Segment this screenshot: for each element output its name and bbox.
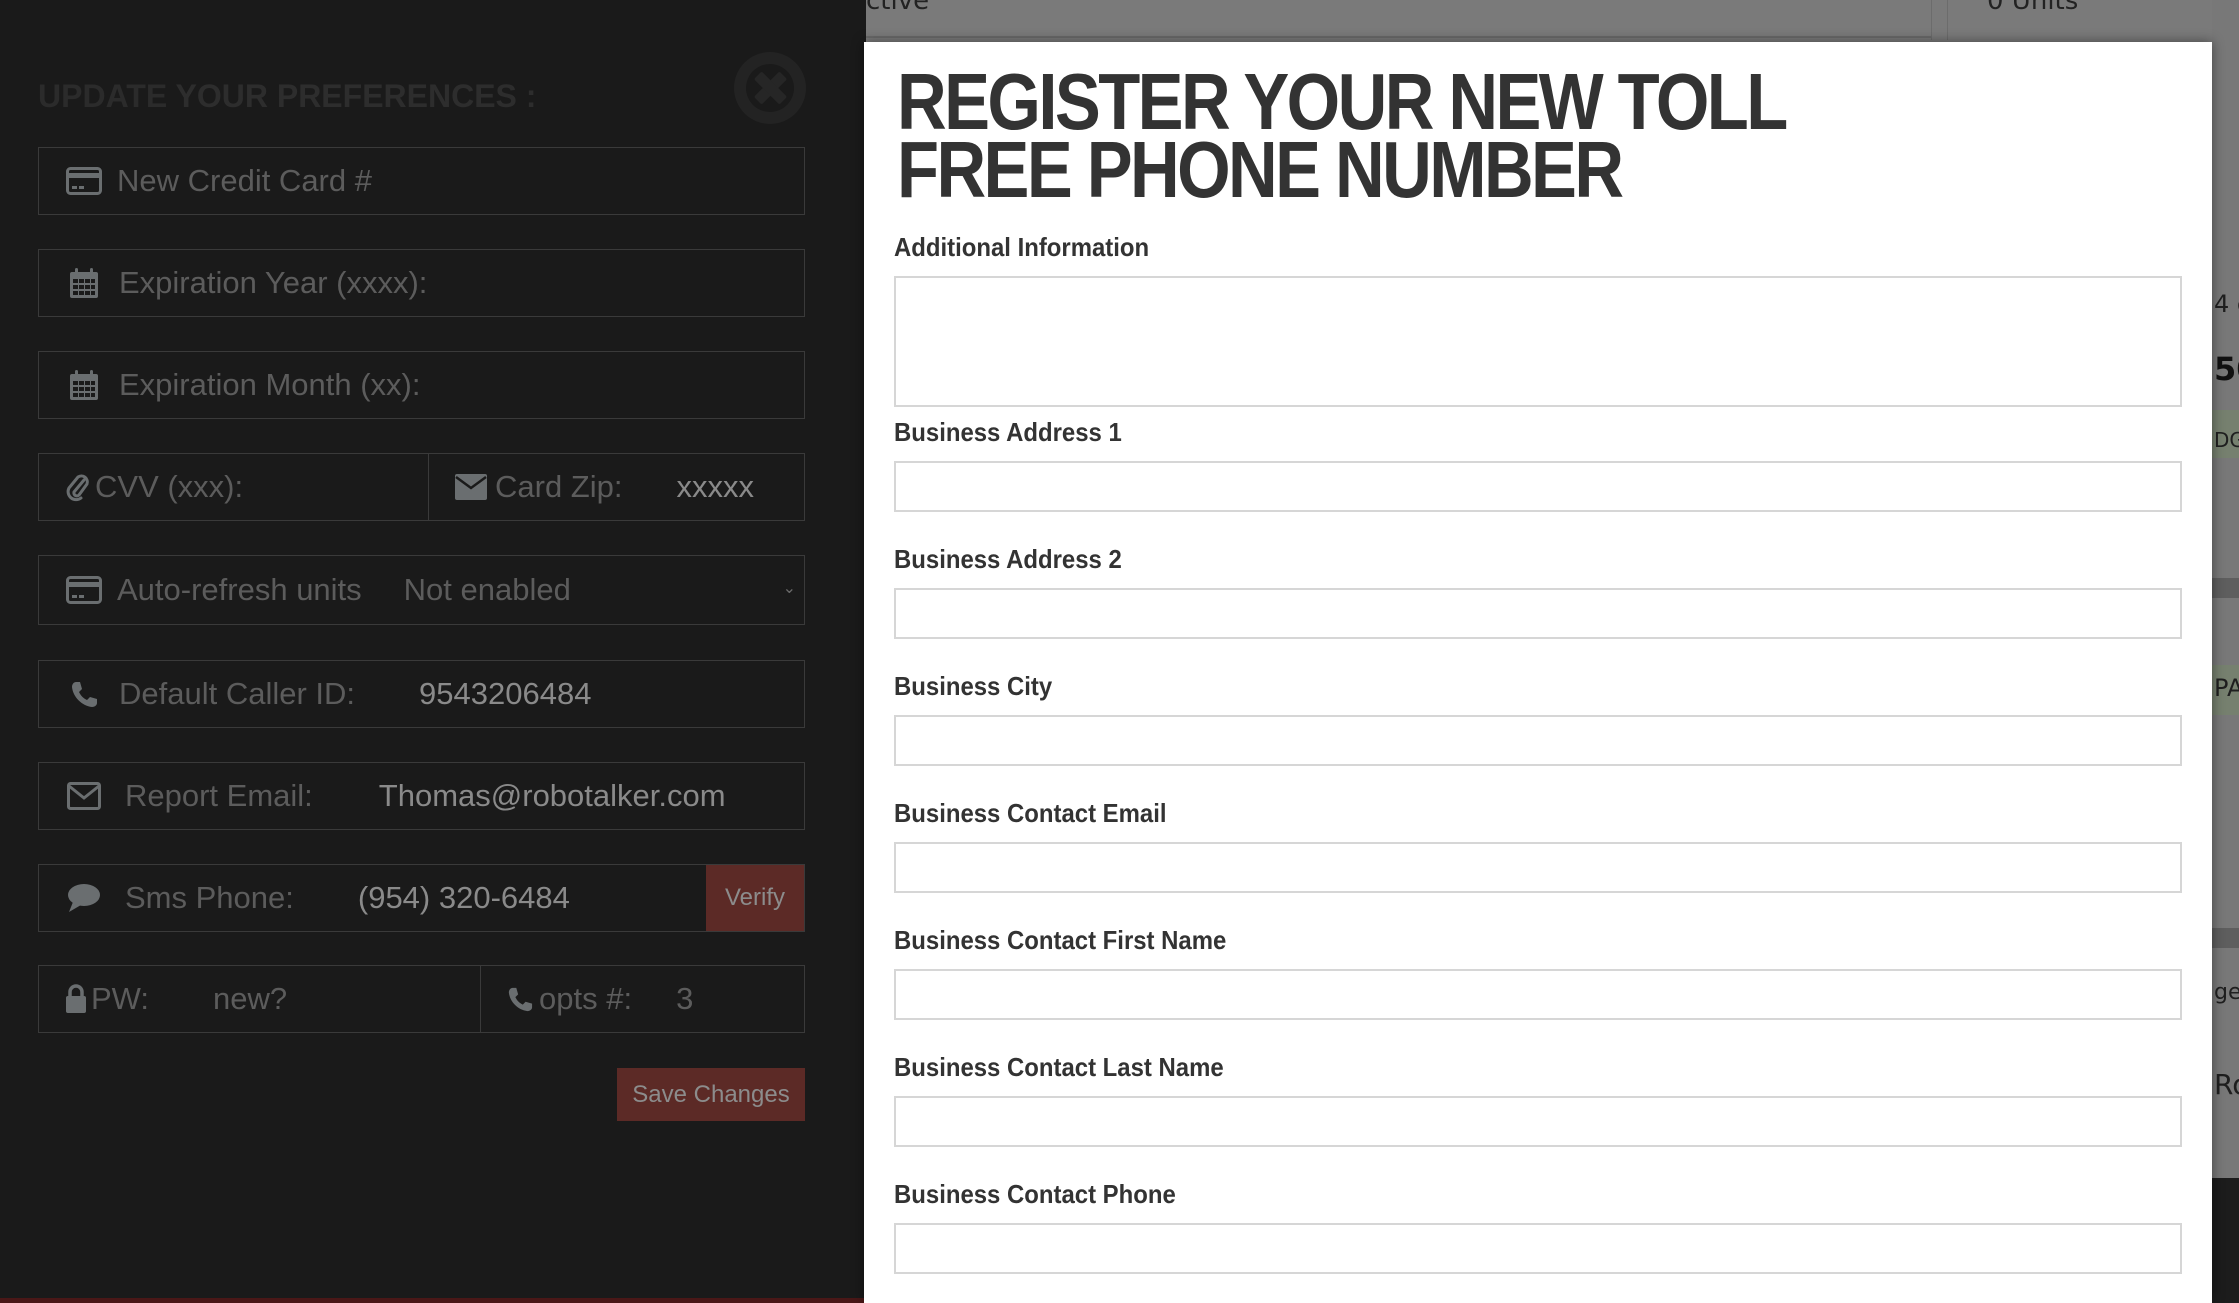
verify-button[interactable]: Verify	[706, 865, 804, 931]
password-field[interactable]: PW: new?	[38, 965, 481, 1033]
expiration-month-field[interactable]: Expiration Month (xx):	[38, 351, 805, 419]
caller-id-field[interactable]: Default Caller ID: 9543206484	[38, 660, 805, 728]
business-contact-first-name-input[interactable]	[894, 969, 2182, 1020]
background-strip-text: get	[2214, 980, 2239, 1005]
report-email-field[interactable]: Report Email: Thomas@robotalker.com	[38, 762, 805, 830]
opts-value: 3	[676, 981, 694, 1016]
additional-information-input[interactable]	[894, 276, 2182, 407]
modal-title: REGISTER YOUR NEW TOLL FREE PHONE NUMBER	[897, 57, 1787, 214]
calendar-icon	[65, 368, 103, 402]
save-changes-button[interactable]: Save Changes	[617, 1068, 805, 1121]
card-zip-label: Card Zip:	[495, 469, 623, 504]
card-zip-placeholder: xxxxx	[676, 469, 754, 504]
background-strip-text: Ro	[2214, 1068, 2239, 1101]
phone-icon	[507, 986, 533, 1012]
business-contact-email-label: Business Contact Email	[894, 798, 1167, 828]
cvv-zip-row: CVV (xxx): Card Zip: xxxxx	[38, 453, 805, 521]
auto-refresh-selected: Not enabled	[403, 572, 571, 607]
opts-field[interactable]: opts #: 3	[481, 965, 805, 1033]
business-city-label: Business City	[894, 671, 1053, 701]
expiration-month-placeholder: Expiration Month (xx):	[119, 367, 421, 402]
background-strip-text: 50	[2214, 350, 2239, 388]
expiration-year-field[interactable]: Expiration Year (xxxx):	[38, 249, 805, 317]
business-city-input[interactable]	[894, 715, 2182, 766]
background-strip-text: PAG	[2214, 674, 2239, 702]
background-strip-bar	[2212, 928, 2239, 948]
password-label: PW:	[91, 981, 149, 1016]
background-right-strip	[2212, 0, 2239, 1303]
business-address-1-input[interactable]	[894, 461, 2182, 512]
background-units-text: 0 Units	[1987, 0, 2079, 16]
footer-bar	[0, 1298, 866, 1303]
calendar-icon	[65, 266, 103, 300]
credit-card-field[interactable]: New Credit Card #	[38, 147, 805, 215]
background-column-line	[1947, 0, 1948, 40]
sms-phone-value: (954) 320-6484	[357, 880, 570, 915]
background-strip-bar	[2212, 578, 2239, 598]
business-address-2-label: Business Address 2	[894, 544, 1122, 574]
business-address-1-label: Business Address 1	[894, 417, 1122, 447]
card-zip-field[interactable]: Card Zip: xxxxx	[429, 453, 805, 521]
opts-label: opts #:	[539, 981, 633, 1016]
preferences-title: UPDATE YOUR PREFERENCES :	[38, 78, 536, 115]
paperclip-icon	[65, 471, 91, 503]
sms-phone-label: Sms Phone:	[125, 880, 294, 915]
envelope-outline-icon	[65, 779, 103, 813]
close-circle-icon	[746, 64, 794, 112]
preferences-title-strong: UPDATE	[38, 78, 168, 114]
background-strip-text: 4 e	[2214, 290, 2239, 318]
speech-bubble-icon	[65, 881, 103, 915]
background-divider	[866, 36, 1931, 38]
auto-refresh-label: Auto-refresh units	[117, 572, 362, 607]
background-status-text: ctive	[866, 0, 930, 16]
lock-icon	[65, 984, 87, 1014]
expiration-year-placeholder: Expiration Year (xxxx):	[119, 265, 428, 300]
caller-id-value: 9543206484	[419, 676, 592, 711]
background-strip-text: DG	[2214, 428, 2239, 452]
caller-id-label: Default Caller ID:	[119, 676, 356, 711]
business-contact-first-name-label: Business Contact First Name	[894, 925, 1227, 955]
cvv-field[interactable]: CVV (xxx):	[38, 453, 429, 521]
report-email-value: Thomas@robotalker.com	[378, 778, 726, 813]
background-strip-footer	[2212, 1178, 2239, 1303]
business-contact-email-input[interactable]	[894, 842, 2182, 893]
sms-phone-field[interactable]: Sms Phone: (954) 320-6484 Verify	[38, 864, 805, 932]
business-address-2-input[interactable]	[894, 588, 2182, 639]
password-opts-row: PW: new? opts #: 3	[38, 965, 805, 1033]
report-email-label: Report Email:	[125, 778, 313, 813]
password-placeholder: new?	[213, 981, 288, 1016]
background-column-line	[1931, 0, 1932, 40]
business-contact-phone-input[interactable]	[894, 1223, 2182, 1274]
business-contact-last-name-label: Business Contact Last Name	[894, 1052, 1224, 1082]
credit-card-icon	[65, 164, 103, 198]
credit-card-icon	[65, 573, 103, 607]
business-contact-last-name-input[interactable]	[894, 1096, 2182, 1147]
chevron-down-icon: ⌄	[782, 580, 796, 597]
register-toll-free-modal: REGISTER YOUR NEW TOLL FREE PHONE NUMBER…	[864, 42, 2212, 1303]
phone-icon	[65, 677, 103, 711]
business-contact-phone-label: Business Contact Phone	[894, 1179, 1176, 1209]
auto-refresh-select[interactable]: Auto-refresh units Not enabled ⌄	[38, 555, 805, 625]
envelope-icon	[455, 474, 487, 500]
cvv-placeholder: CVV (xxx):	[95, 469, 244, 504]
preferences-panel: UPDATE YOUR PREFERENCES : New Credit Car…	[0, 0, 866, 1303]
additional-information-label: Additional Information	[894, 232, 1150, 262]
credit-card-placeholder: New Credit Card #	[117, 163, 372, 198]
close-preferences-button[interactable]	[734, 52, 806, 124]
preferences-title-rest: YOUR PREFERENCES :	[167, 78, 537, 114]
